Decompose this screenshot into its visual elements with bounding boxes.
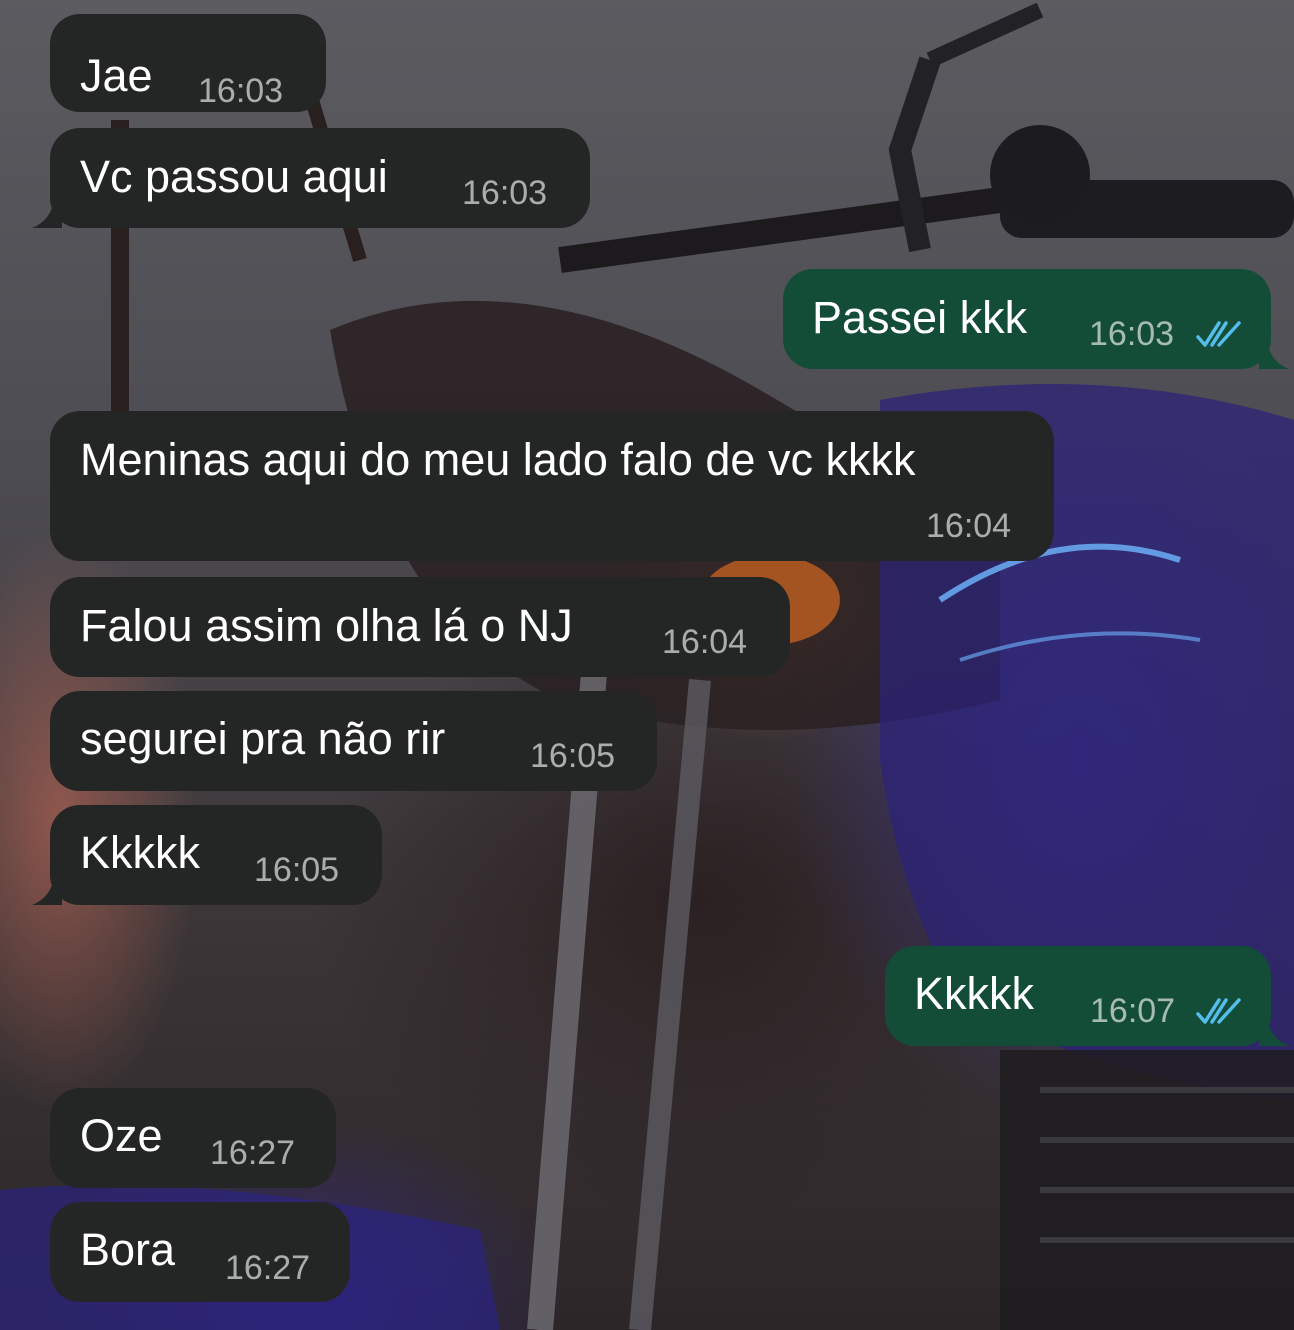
message-incoming[interactable]: Meninas aqui do meu lado falo de vc kkkk…	[50, 411, 1054, 561]
message-text: Kkkkk	[914, 968, 1035, 1019]
message-text: Oze	[80, 1110, 163, 1161]
message-timestamp: 16:04	[662, 623, 748, 661]
bubble-tail-outgoing	[1259, 1016, 1289, 1046]
message-text: Falou assim olha lá o NJ	[80, 600, 573, 651]
message-text: Jae	[80, 50, 153, 101]
chat-conversation[interactable]: Jae 16:03 Vc passou aqui 16:03 Passei kk…	[0, 0, 1294, 1330]
message-text: Passei kkk	[812, 292, 1028, 343]
bubble-tail-incoming	[32, 875, 62, 905]
message-text: Bora	[80, 1224, 176, 1275]
message-timestamp: 16:27	[225, 1249, 311, 1287]
bubble-tail-incoming	[32, 198, 62, 228]
message-outgoing[interactable]: Passei kkk 16:03	[783, 269, 1271, 369]
bubble-tail-outgoing	[1259, 339, 1289, 369]
message-incoming[interactable]: Falou assim olha lá o NJ 16:04	[50, 577, 790, 677]
message-timestamp: 16:07	[1090, 992, 1176, 1030]
message-incoming[interactable]: Oze 16:27	[50, 1088, 336, 1188]
message-incoming[interactable]: Vc passou aqui 16:03	[50, 128, 590, 228]
message-timestamp: 16:04	[926, 507, 1012, 545]
message-incoming[interactable]: segurei pra não rir 16:05	[50, 691, 657, 791]
message-incoming[interactable]: Kkkkk 16:05	[50, 805, 382, 905]
message-timestamp: 16:05	[254, 851, 340, 889]
message-incoming[interactable]: Bora 16:27	[50, 1202, 350, 1302]
read-double-check-icon	[1196, 998, 1241, 1024]
message-text: segurei pra não rir	[80, 713, 446, 764]
message-timestamp: 16:27	[210, 1134, 296, 1172]
message-timestamp: 16:03	[1089, 315, 1175, 353]
message-timestamp: 16:03	[198, 72, 284, 110]
message-timestamp: 16:05	[530, 737, 616, 775]
message-text: Kkkkk	[80, 827, 201, 878]
message-text: Vc passou aqui	[80, 151, 388, 202]
message-timestamp: 16:03	[462, 174, 548, 212]
message-outgoing[interactable]: Kkkkk 16:07	[885, 946, 1271, 1046]
read-double-check-icon	[1196, 321, 1241, 347]
message-incoming[interactable]: Jae 16:03	[50, 14, 326, 112]
message-text: Meninas aqui do meu lado falo de vc kkkk	[80, 434, 916, 485]
